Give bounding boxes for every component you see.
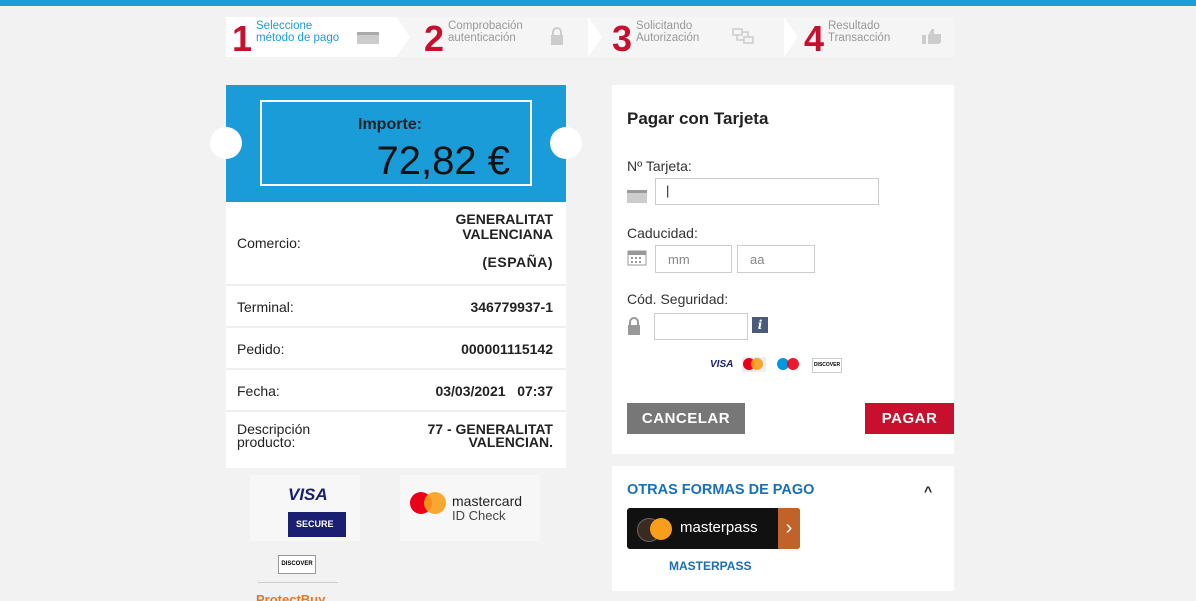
collapse-toggle[interactable]: ^ <box>924 483 932 499</box>
card-number-label: Nº Tarjeta: <box>627 158 692 174</box>
step-number: 3 <box>612 18 633 59</box>
date-row: Fecha: 03/03/2021 07:37 <box>226 370 566 412</box>
visa-logo: VISA <box>710 359 734 370</box>
amount-box: Importe: 72,82 € <box>210 85 582 202</box>
other-methods-title: OTRAS FORMAS DE PAGO <box>627 482 815 498</box>
card-number-input[interactable]: | <box>655 178 879 205</box>
step-number: 4 <box>804 18 825 59</box>
lock-icon <box>628 317 640 335</box>
card-icon <box>627 190 647 203</box>
network-icon <box>732 28 754 44</box>
security-brands: VISA SECURE mastercard ID Check DISCOVER… <box>226 470 566 601</box>
card-icon <box>357 32 379 44</box>
merchant-value: GENERALITAT VALENCIANA (ESPAÑA) <box>455 211 553 270</box>
payment-steps: 1 Seleccione método de pago 2 Comprobació… <box>226 17 954 57</box>
top-accent-bar <box>0 0 1196 6</box>
masterpass-button[interactable]: masterpass › <box>627 508 800 549</box>
expiry-year-input[interactable]: aa <box>737 245 815 273</box>
order-summary: Importe: 72,82 € Comercio: GENERALITAT V… <box>210 85 582 468</box>
terminal-value: 346779937-1 <box>470 299 553 315</box>
order-value: 000001115142 <box>461 341 553 357</box>
step-number: 1 <box>232 18 253 59</box>
visa-secure-logo: VISA SECURE <box>250 475 360 541</box>
maestro-logo <box>776 357 802 372</box>
date-label: Fecha: <box>237 383 280 399</box>
calendar-icon <box>627 250 647 266</box>
terminal-label: Terminal: <box>237 299 294 315</box>
terminal-row: Terminal: 346779937-1 <box>226 286 566 328</box>
date-value: 03/03/2021 07:37 <box>435 383 553 399</box>
amount-value: 72,82 € <box>376 139 510 183</box>
thumbs-up-icon <box>922 29 941 44</box>
cvv-info-icon[interactable]: i <box>752 317 768 333</box>
step-2: 2 Comprobación autenticación <box>418 17 588 57</box>
expiry-label: Caducidad: <box>627 225 698 241</box>
step-text: Seleccione método de pago <box>256 20 340 44</box>
mastercard-logo <box>742 357 766 372</box>
expiry-month-input[interactable]: mm <box>655 245 732 273</box>
step-text: Resultado Transacción <box>828 20 891 44</box>
accepted-cards: VISA DISCOVER <box>710 356 850 374</box>
step-text: Comprobación autenticación <box>448 20 523 44</box>
mastercard-id-check-logo: mastercard ID Check <box>400 475 540 541</box>
order-label: Pedido: <box>237 341 285 357</box>
pay-button[interactable]: PAGAR <box>865 403 954 434</box>
card-payment-form: Pagar con Tarjeta Nº Tarjeta: | Caducida… <box>612 85 954 454</box>
merchant-label: Comercio: <box>237 235 301 251</box>
description-label: Descripción producto: <box>237 421 311 450</box>
step-1: 1 Seleccione método de pago <box>226 17 396 57</box>
step-number: 2 <box>424 18 445 59</box>
order-row: Pedido: 000001115142 <box>226 328 566 370</box>
order-details: Comercio: GENERALITAT VALENCIANA (ESPAÑA… <box>226 202 566 468</box>
cvv-input[interactable] <box>654 313 748 340</box>
lock-icon <box>551 27 563 45</box>
description-row: Descripción producto: 77 - GENERALITAT VAL… <box>226 412 566 468</box>
step-text: Solicitando Autorización <box>636 20 700 44</box>
merchant-row: Comercio: GENERALITAT VALENCIANA (ESPAÑA… <box>226 202 566 286</box>
form-title: Pagar con Tarjeta <box>627 109 769 128</box>
masterpass-label: MASTERPASS <box>669 559 752 573</box>
chevron-right-icon: › <box>778 508 800 549</box>
discover-protectbuy-logo: DISCOVER ProtectBuy <box>252 550 344 601</box>
cvv-label: Cód. Seguridad: <box>627 291 729 307</box>
discover-logo: DISCOVER <box>812 358 842 373</box>
step-3: 3 Solicitando Autorización <box>606 17 786 57</box>
other-payment-methods: OTRAS FORMAS DE PAGO ^ masterpass › MAST… <box>612 466 954 591</box>
description-value: 77 - GENERALITAT VALENCIAN. <box>427 421 554 450</box>
cancel-button[interactable]: CANCELAR <box>627 403 745 434</box>
step-4: 4 Resultado Transacción <box>798 17 954 57</box>
amount-label: Importe: <box>358 116 422 133</box>
